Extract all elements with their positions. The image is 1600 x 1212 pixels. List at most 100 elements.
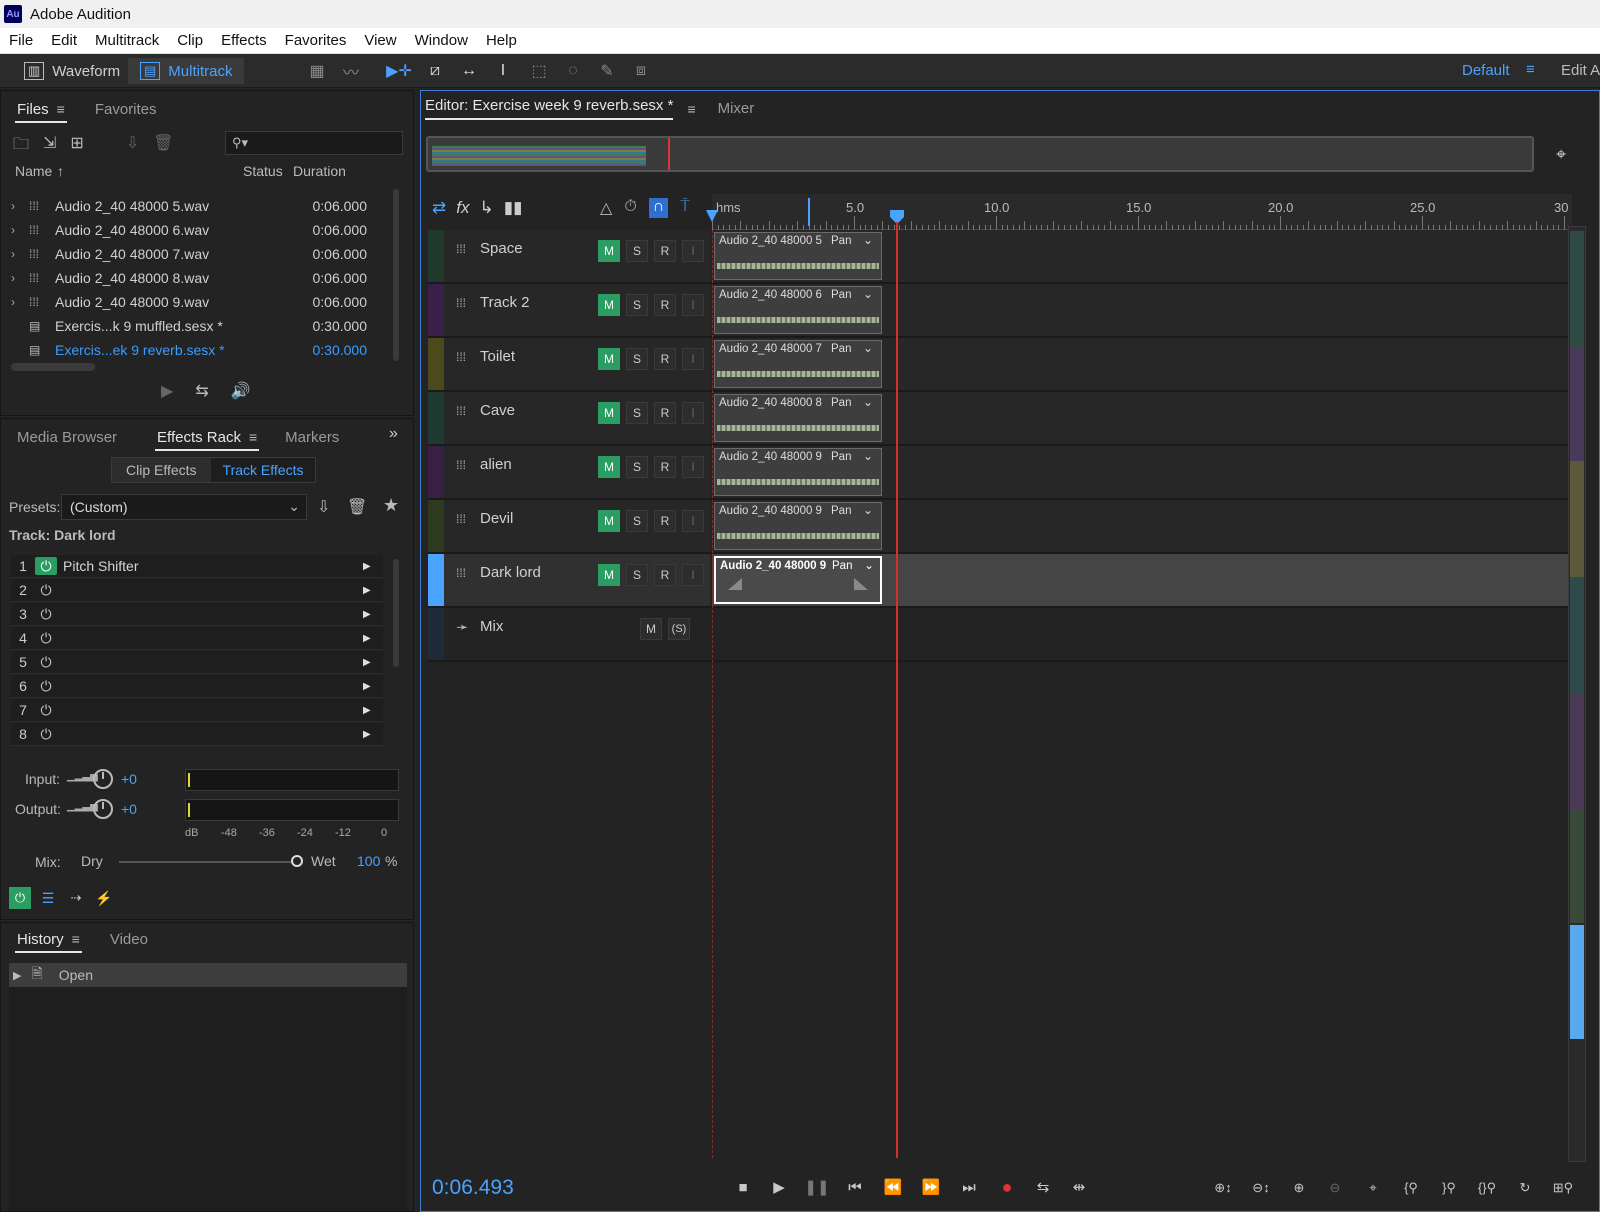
monitor-input-button[interactable]: I	[682, 510, 704, 532]
switch-icon[interactable]: ⇄	[432, 198, 446, 218]
expand-chevron-icon[interactable]: ›	[11, 247, 29, 261]
history-item[interactable]: ▶ 🗎 Open	[9, 963, 407, 987]
monitor-input-button[interactable]: I	[682, 402, 704, 424]
fade-in-handle[interactable]	[728, 578, 742, 590]
expand-arrow-icon[interactable]: ▶	[363, 729, 383, 740]
zoom-out-amplitude-icon[interactable]: ⊖↕	[1248, 1176, 1274, 1200]
track-header[interactable]: ⁞⁞⁞ alien M S R I	[428, 446, 710, 498]
track-header[interactable]: ⁞⁞⁞ Track 2 M S R I	[428, 284, 710, 336]
vertical-scrollbar[interactable]	[393, 189, 399, 361]
monitor-input-button[interactable]: I	[682, 294, 704, 316]
monitor-input-button[interactable]: I	[682, 348, 704, 370]
lasso-tool-icon[interactable]: ◌	[562, 60, 584, 82]
zoom-to-fit-icon[interactable]: ⌖	[1556, 144, 1566, 165]
zoom-reset-icon[interactable]: ↻	[1512, 1176, 1538, 1200]
audio-clip[interactable]: Audio 2_40 48000 9 Pan ⌄	[714, 448, 882, 496]
monitor-input-button[interactable]: I	[682, 564, 704, 586]
expand-arrow-icon[interactable]: ▶	[363, 705, 383, 716]
rewind-icon[interactable]: ⏪	[880, 1174, 906, 1200]
clip-pan-label[interactable]: Pan	[832, 560, 852, 572]
sends-icon[interactable]: ↳	[479, 198, 493, 218]
skip-to-start-icon[interactable]: ⏮	[842, 1174, 868, 1200]
solo-button[interactable]: S	[626, 510, 648, 532]
column-duration[interactable]: Duration	[293, 163, 346, 179]
record-arm-button[interactable]: R	[654, 456, 676, 478]
track-name[interactable]: Cave	[480, 402, 515, 419]
column-name[interactable]: Name	[15, 163, 52, 179]
file-row[interactable]: ▤ Exercis...ek 9 reverb.sesx * 0:30.000	[11, 338, 391, 362]
panel-menu-icon[interactable]: ≡	[57, 101, 65, 117]
power-icon[interactable]: ⏻	[35, 725, 57, 743]
wet-value[interactable]: 100	[357, 853, 380, 869]
clip-pan-label[interactable]: Pan	[831, 289, 851, 301]
mute-button[interactable]: M	[640, 618, 662, 640]
tab-mixer[interactable]: Mixer	[718, 100, 755, 117]
record-arm-button[interactable]: R	[654, 402, 676, 424]
slip-tool-icon[interactable]: ↔	[458, 60, 480, 82]
tab-track-effects[interactable]: Track Effects	[210, 458, 316, 482]
menu-clip[interactable]: Clip	[168, 32, 212, 49]
chevron-down-icon[interactable]: ⌄	[863, 449, 873, 463]
output-gain-value[interactable]: +0	[121, 801, 137, 817]
mute-button[interactable]: M	[598, 456, 620, 478]
autoplay-speaker-icon[interactable]: 🔊	[231, 381, 251, 401]
tab-markers[interactable]: Markers	[277, 421, 347, 453]
audio-clip[interactable]: Audio 2_40 48000 8 Pan ⌄	[714, 394, 882, 442]
solo-button[interactable]: S	[626, 294, 648, 316]
clip-pan-label[interactable]: Pan	[831, 343, 851, 355]
power-icon[interactable]: ⏻	[35, 557, 57, 575]
delete-preset-icon[interactable]: 🗑	[347, 497, 367, 517]
current-time-display[interactable]: 0:06.493	[432, 1176, 514, 1200]
track-header[interactable]: ⁞⁞⁞ Space M S R I	[428, 230, 710, 282]
track-lane[interactable]: Audio 2_40 48000 9 Pan ⌄	[712, 500, 1568, 552]
expand-arrow-icon[interactable]: ▶	[363, 561, 383, 572]
record-arm-button[interactable]: R	[654, 294, 676, 316]
mute-button[interactable]: M	[598, 510, 620, 532]
panel-menu-icon[interactable]: ≡	[687, 101, 695, 117]
track-name[interactable]: Devil	[480, 510, 513, 527]
tab-video[interactable]: Video	[102, 923, 156, 955]
audio-clip[interactable]: Audio 2_40 48000 6 Pan ⌄	[714, 286, 882, 334]
pre-post-fader-icon[interactable]: ⇢	[65, 887, 87, 909]
list-icon[interactable]: ☰	[37, 887, 59, 909]
import-icon[interactable]: ⇲	[43, 133, 56, 160]
solo-button[interactable]: S	[626, 402, 648, 424]
time-selection-tool-icon[interactable]: I	[492, 60, 514, 82]
audio-clip[interactable]: Audio 2_40 48000 9 Pan ⌄	[714, 502, 882, 550]
chevron-down-icon[interactable]: ⌄	[863, 395, 873, 409]
track-lane[interactable]: Audio 2_40 48000 6 Pan ⌄	[712, 284, 1568, 336]
record-icon[interactable]: ●	[994, 1174, 1020, 1200]
clip-pan-label[interactable]: Pan	[831, 235, 851, 247]
fx-icon[interactable]: fx	[456, 198, 469, 218]
horizontal-scrollbar[interactable]	[11, 363, 95, 371]
track-lane[interactable]: Audio 2_40 48000 5 Pan ⌄	[712, 230, 1568, 282]
track-name[interactable]: Track 2	[480, 294, 529, 311]
chevron-down-icon[interactable]: ⌄	[863, 233, 873, 247]
chevron-down-icon[interactable]: ⌄	[864, 558, 874, 572]
pitch-view-icon[interactable]: 〰	[340, 60, 362, 82]
track-name[interactable]: Dark lord	[480, 564, 541, 581]
spot-healing-tool-icon[interactable]: ⧈	[630, 60, 652, 82]
effect-slot[interactable]: 8 ⏻ ▶	[11, 723, 383, 746]
expand-arrow-icon[interactable]: ▶	[363, 681, 383, 692]
file-row[interactable]: › ⁞⁞⁞ Audio 2_40 48000 6.wav 0:06.000	[11, 218, 391, 242]
tab-effects-rack[interactable]: Effects Rack ≡	[149, 421, 265, 453]
monitor-input-button[interactable]: I	[682, 456, 704, 478]
multitrack-mode-button[interactable]: ▤ Multitrack	[128, 58, 245, 84]
clip-pan-label[interactable]: Pan	[831, 397, 851, 409]
expand-chevron-icon[interactable]: ›	[11, 271, 29, 285]
track-name[interactable]: Toilet	[480, 348, 515, 365]
solo-button[interactable]: S	[626, 240, 648, 262]
razor-tool-icon[interactable]: ⧄	[424, 60, 446, 82]
chevron-down-icon[interactable]: ⌄	[863, 341, 873, 355]
expand-arrow-icon[interactable]: ▶	[363, 609, 383, 620]
input-gain-value[interactable]: +0	[121, 771, 137, 787]
track-lane[interactable]: Audio 2_40 48000 7 Pan ⌄	[712, 338, 1568, 390]
track-header[interactable]: ⁞⁞⁞ Devil M S R I	[428, 500, 710, 552]
track-header[interactable]: ⁞⁞⁞ Cave M S R I	[428, 392, 710, 444]
apply-effect-icon[interactable]: ⚡	[93, 887, 115, 909]
power-icon[interactable]: ⏻	[35, 629, 57, 647]
snapping-magnet-icon[interactable]: ∩	[648, 198, 669, 218]
effect-slot[interactable]: 2 ⏻ ▶	[11, 579, 383, 602]
input-gain-knob[interactable]	[93, 769, 113, 789]
